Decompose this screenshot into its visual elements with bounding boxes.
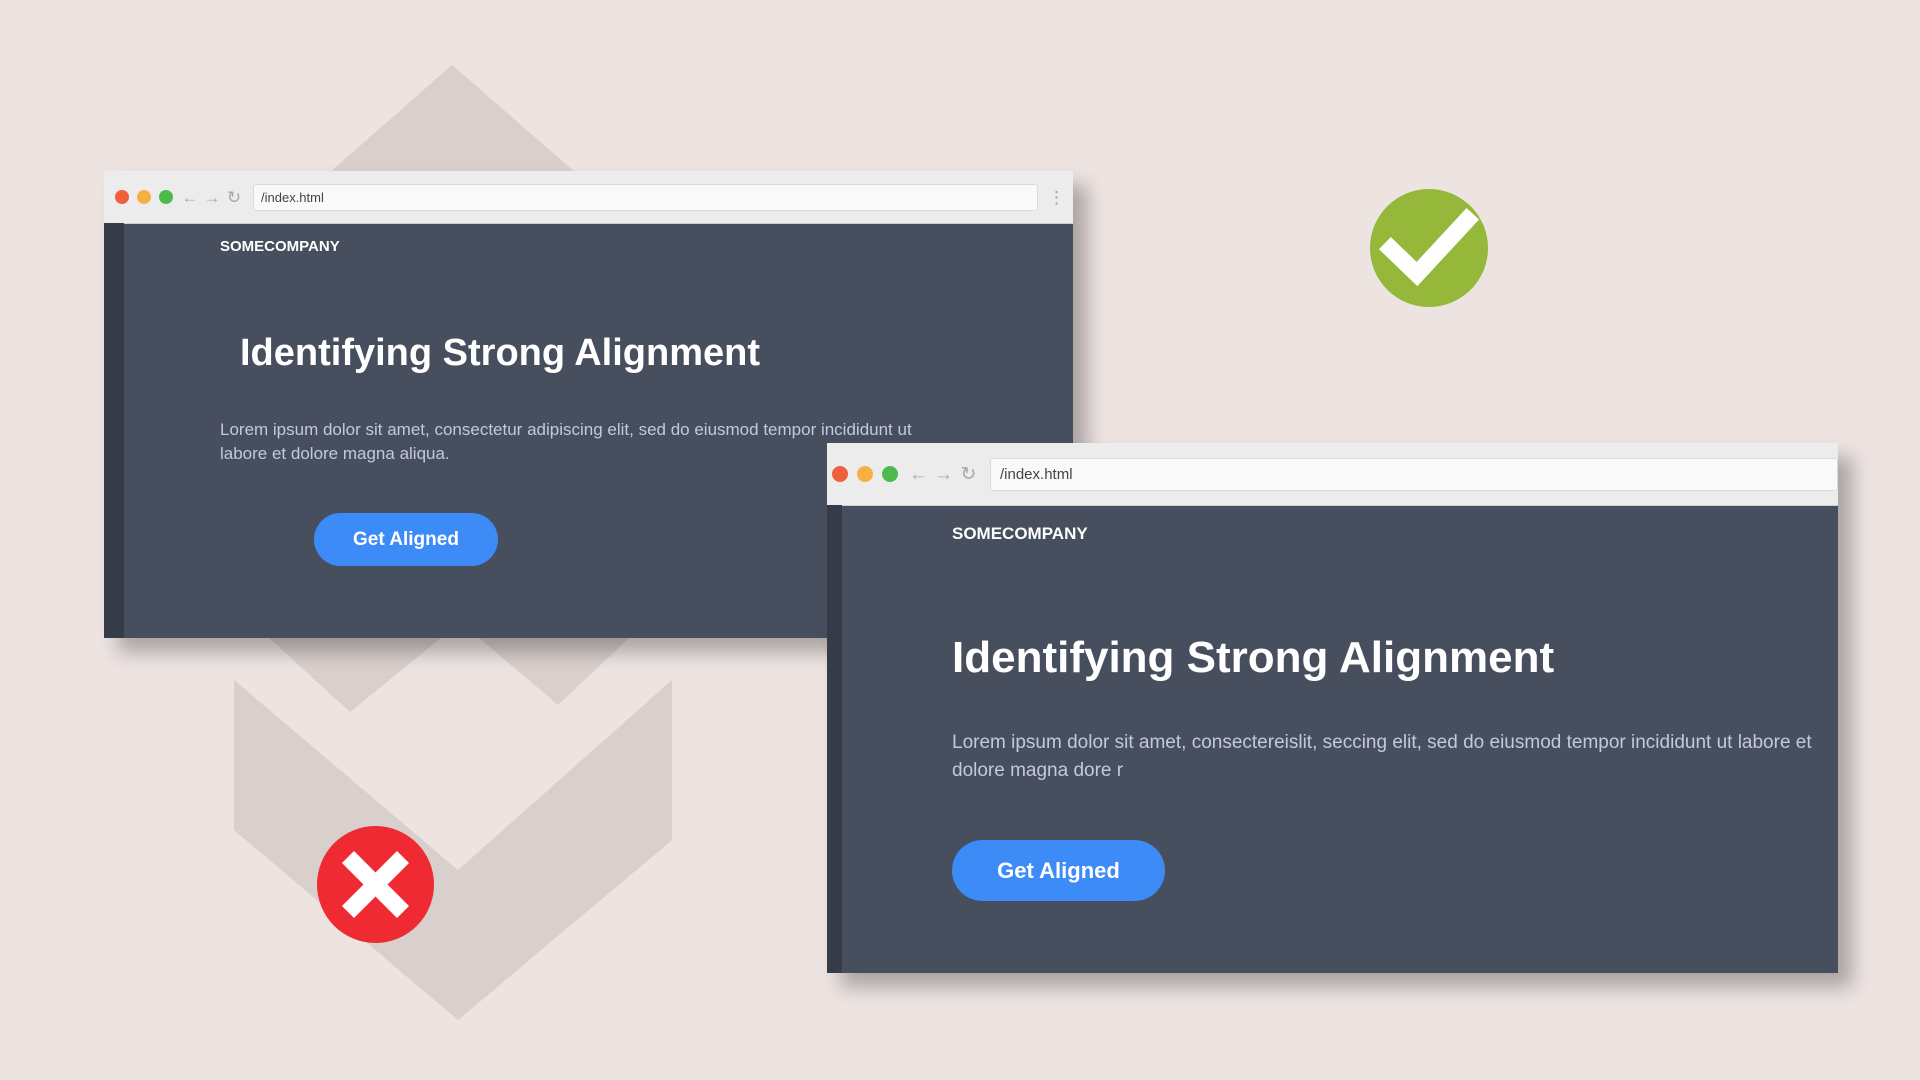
checkmark-icon	[1370, 189, 1488, 307]
address-bar[interactable]: /index.html	[990, 457, 1838, 491]
page-body-text: Lorem ipsum dolor sit amet, consectereis…	[952, 732, 1812, 781]
maximize-window-button[interactable]	[882, 466, 898, 482]
get-aligned-button[interactable]: Get Aligned	[314, 513, 498, 566]
top-chevron-peak	[330, 65, 575, 172]
page-sidebar	[827, 505, 842, 973]
page-sidebar	[104, 223, 124, 638]
cross-icon	[317, 826, 434, 943]
maximize-window-button[interactable]	[159, 190, 173, 204]
page-headline: Identifying Strong Alignment	[240, 332, 760, 374]
browser-window-aligned: ← → ↻ /index.html SOMECOMPANY Identifyin…	[827, 443, 1838, 973]
company-logo-text[interactable]: SOMECOMPANY	[220, 238, 340, 255]
right-chevron-tip	[478, 637, 630, 705]
forward-arrow-icon[interactable]: →	[931, 465, 956, 484]
page-headline: Identifying Strong Alignment	[952, 633, 1555, 682]
close-window-button[interactable]	[832, 466, 848, 482]
minimize-window-button[interactable]	[857, 466, 873, 482]
reload-icon[interactable]: ↻	[223, 189, 245, 206]
back-arrow-icon[interactable]: ←	[179, 189, 201, 206]
left-chevron-tip	[268, 637, 442, 712]
company-logo-text[interactable]: SOMECOMPANY	[952, 524, 1088, 544]
large-chevron	[234, 680, 672, 1020]
browser-toolbar: ← → ↻ /index.html	[827, 443, 1838, 506]
browser-menu-icon[interactable]: ⋮	[1048, 189, 1065, 206]
browser-toolbar: ← → ↻ /index.html ⋮	[104, 171, 1073, 224]
forward-arrow-icon[interactable]: →	[201, 189, 223, 206]
address-bar-url: /index.html	[261, 189, 324, 205]
back-arrow-icon[interactable]: ←	[906, 465, 931, 484]
address-bar[interactable]: /index.html	[253, 183, 1038, 211]
address-bar-url: /index.html	[1000, 465, 1073, 483]
get-aligned-button[interactable]: Get Aligned	[952, 840, 1165, 901]
close-window-button[interactable]	[115, 190, 129, 204]
reload-icon[interactable]: ↻	[956, 465, 981, 484]
minimize-window-button[interactable]	[137, 190, 151, 204]
